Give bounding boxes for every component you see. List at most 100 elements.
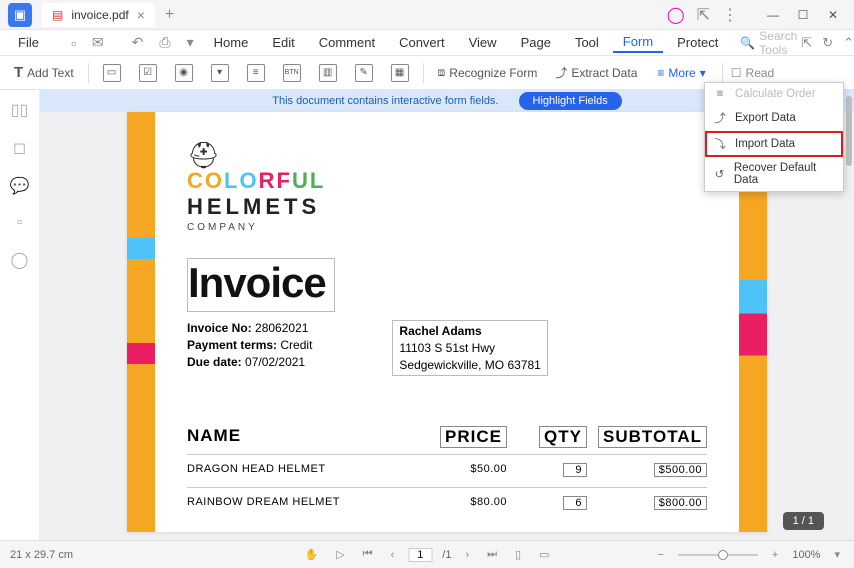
print-icon[interactable]: ⎙ bbox=[153, 32, 176, 53]
zoom-out-icon[interactable]: − bbox=[653, 547, 667, 563]
left-sidebar: ▯▯ ◻ 💬 ▫ ◯ bbox=[0, 90, 40, 540]
import-icon: ⤵ bbox=[713, 136, 727, 152]
next-page-icon[interactable]: › bbox=[461, 547, 473, 563]
zoom-slider[interactable] bbox=[678, 554, 758, 556]
extract-icon: ⤴ bbox=[555, 64, 567, 81]
comments-icon[interactable]: 💬 bbox=[10, 176, 30, 196]
new-tab-button[interactable]: + bbox=[165, 6, 174, 24]
add-text-button[interactable]: T Add Text bbox=[8, 60, 80, 85]
titlebar: ▣ ▤ invoice.pdf × + ◯ ⇱ ⋮ — ☐ ✕ bbox=[0, 0, 854, 30]
highlight-fields-button[interactable]: Highlight Fields bbox=[519, 92, 622, 110]
menu-edit[interactable]: Edit bbox=[262, 33, 304, 52]
undo-icon[interactable]: ↶ bbox=[126, 32, 150, 53]
invoice-title-field[interactable]: Invoice bbox=[187, 258, 335, 312]
recover-default-item[interactable]: ↺ Recover Default Data bbox=[705, 157, 843, 191]
button-field-button[interactable]: BTN bbox=[277, 60, 307, 86]
mail-icon[interactable]: ✉ bbox=[86, 32, 110, 53]
qty-field[interactable]: 6 bbox=[563, 496, 587, 510]
zoom-thumb[interactable] bbox=[718, 550, 728, 560]
recognize-icon: ⧈ bbox=[438, 65, 446, 80]
hand-tool-icon[interactable]: ✋ bbox=[301, 546, 323, 563]
text-icon: T bbox=[14, 64, 23, 81]
more-button[interactable]: ≡ More ▾ bbox=[649, 62, 713, 84]
read-checkbox[interactable]: ☐ Read bbox=[731, 66, 774, 80]
save-icon[interactable]: ▫ bbox=[65, 33, 82, 53]
menu-view[interactable]: View bbox=[459, 33, 507, 52]
table-row: DRAGON HEAD HELMET $50.00 9 $500.00 bbox=[187, 459, 707, 481]
menu-home[interactable]: Home bbox=[204, 33, 259, 52]
chevron-down-icon[interactable]: ▾ bbox=[181, 32, 200, 53]
qty-field[interactable]: 9 bbox=[563, 463, 587, 477]
banner-message: This document contains interactive form … bbox=[272, 95, 498, 107]
menu-page[interactable]: Page bbox=[511, 33, 561, 52]
col-price-field[interactable]: PRICE bbox=[440, 426, 507, 448]
maximize-button[interactable]: ☐ bbox=[790, 3, 816, 27]
col-qty-field[interactable]: QTY bbox=[539, 426, 587, 448]
col-subtotal-field[interactable]: SUBTOTAL bbox=[598, 426, 707, 448]
menu-protect[interactable]: Protect bbox=[667, 33, 728, 52]
zoom-in-icon[interactable]: + bbox=[768, 547, 782, 563]
search-tools[interactable]: 🔍 Search Tools bbox=[740, 29, 797, 57]
recover-icon: ↺ bbox=[713, 167, 726, 181]
close-tab-icon[interactable]: × bbox=[137, 7, 145, 23]
minimize-button[interactable]: — bbox=[760, 3, 786, 27]
cloud-icon[interactable]: ◯ bbox=[667, 5, 685, 25]
zoom-dropdown-icon[interactable]: ▾ bbox=[830, 546, 844, 563]
client-info-field[interactable]: Rachel Adams 11103 S 51st Hwy Sedgewickv… bbox=[392, 320, 547, 376]
first-page-icon[interactable]: ⏮ bbox=[359, 546, 377, 563]
attachments-icon[interactable]: ▫ bbox=[17, 214, 23, 232]
logo: ⛑ COLORFUL HELMETS COMPANY bbox=[187, 142, 707, 233]
prev-page-icon[interactable]: ‹ bbox=[387, 547, 399, 563]
signature-field-button[interactable]: ✎ bbox=[349, 60, 379, 86]
table-header: NAME PRICE QTY SUBTOTAL bbox=[187, 426, 707, 448]
listbox-field-button[interactable]: ≡ bbox=[241, 60, 271, 86]
bookmarks-icon[interactable]: ◻ bbox=[13, 138, 26, 158]
document-tab[interactable]: ▤ invoice.pdf × bbox=[42, 3, 155, 27]
app-icon: ▣ bbox=[8, 3, 32, 27]
pdf-file-icon: ▤ bbox=[52, 8, 63, 22]
page-indicator-badge: 1 / 1 bbox=[783, 512, 824, 530]
export-data-item[interactable]: ⤴ Export Data bbox=[705, 105, 843, 131]
search-panel-icon[interactable]: ◯ bbox=[11, 250, 29, 270]
subtotal-field[interactable]: $500.00 bbox=[654, 463, 707, 477]
share-icon[interactable]: ⇱ bbox=[697, 5, 710, 25]
export-icon[interactable]: ⇱ bbox=[801, 35, 812, 51]
scrollbar-thumb[interactable] bbox=[846, 96, 852, 166]
import-data-item[interactable]: ⤵ Import Data bbox=[705, 131, 843, 157]
page-total: /1 bbox=[442, 549, 451, 561]
checkbox-field-button[interactable]: ☑ bbox=[133, 60, 163, 86]
more-dropdown: ≡ Calculate Order ⤴ Export Data ⤵ Import… bbox=[704, 82, 844, 192]
decorative-strip-left bbox=[127, 112, 155, 532]
statusbar: 21 x 29.7 cm ✋ ▷ ⏮ ‹ /1 › ⏭ ▯ ▭ − + 100%… bbox=[0, 540, 854, 568]
recognize-form-button[interactable]: ⧈ Recognize Form bbox=[432, 61, 544, 84]
file-menu[interactable]: File bbox=[8, 33, 49, 52]
view-mode-icon[interactable]: ▯ bbox=[511, 546, 525, 563]
kebab-menu-icon[interactable]: ⋮ bbox=[722, 5, 738, 25]
zoom-level[interactable]: 100% bbox=[792, 549, 820, 561]
extract-data-button[interactable]: ⤴ Extract Data bbox=[549, 60, 643, 85]
export-icon: ⤴ bbox=[713, 110, 727, 126]
close-window-button[interactable]: ✕ bbox=[820, 3, 846, 27]
select-tool-icon[interactable]: ▷ bbox=[332, 546, 348, 563]
date-field-button[interactable]: ▦ bbox=[385, 60, 415, 86]
search-icon: 🔍 bbox=[740, 36, 755, 50]
chevron-down-icon: ▾ bbox=[700, 66, 706, 80]
sync-icon[interactable]: ↻ bbox=[822, 35, 833, 51]
vertical-scrollbar[interactable] bbox=[846, 92, 852, 538]
collapse-icon[interactable]: ⌃ bbox=[843, 35, 854, 51]
page-number-input[interactable] bbox=[408, 548, 432, 562]
menu-convert[interactable]: Convert bbox=[389, 33, 455, 52]
image-field-button[interactable]: ▥ bbox=[313, 60, 343, 86]
menu-form[interactable]: Form bbox=[613, 32, 663, 53]
col-name: NAME bbox=[187, 426, 417, 448]
thumbnails-icon[interactable]: ▯▯ bbox=[11, 100, 29, 120]
checkbox-icon: ☐ bbox=[731, 66, 742, 80]
radio-field-button[interactable]: ◉ bbox=[169, 60, 199, 86]
text-field-button[interactable]: ▭ bbox=[97, 60, 127, 86]
menu-tool[interactable]: Tool bbox=[565, 33, 609, 52]
menu-comment[interactable]: Comment bbox=[309, 33, 385, 52]
subtotal-field[interactable]: $800.00 bbox=[654, 496, 707, 510]
dropdown-field-button[interactable]: ▾ bbox=[205, 60, 235, 86]
last-page-icon[interactable]: ⏭ bbox=[483, 546, 501, 563]
view-mode-icon[interactable]: ▭ bbox=[535, 546, 553, 563]
